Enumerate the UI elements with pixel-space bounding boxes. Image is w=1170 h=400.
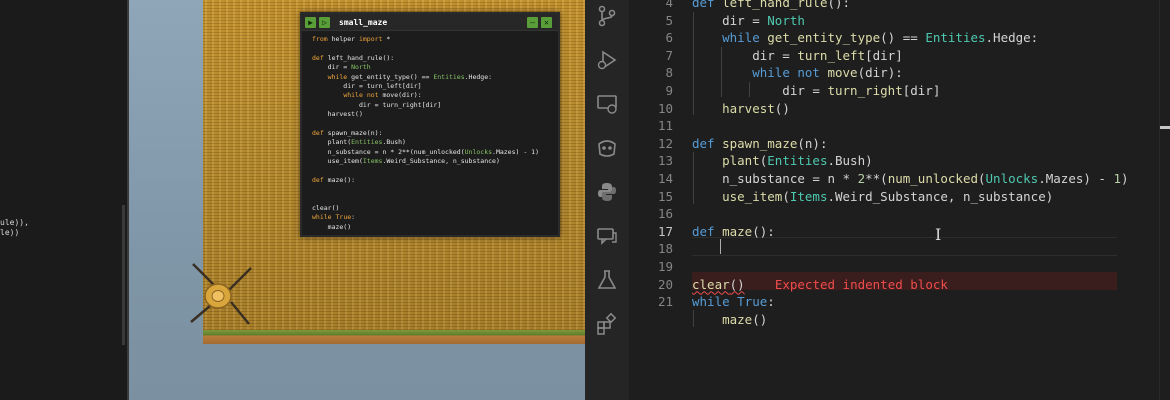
drone-icon <box>190 263 252 325</box>
step-button[interactable]: ▷ <box>319 16 330 28</box>
line-number: 6 <box>665 30 673 46</box>
code-line: harvest() <box>692 100 790 116</box>
minimize-icon: — <box>530 17 535 27</box>
line-number: 21 <box>657 294 673 310</box>
code-editor: 4 5 6 7 8 9 10 11 12 13 14 15 16 17 18 1… <box>585 0 1170 400</box>
code-line: while not move(dir): <box>752 65 903 81</box>
mini-code-line: n_substance = n * 2**(num_unlocked(Unloc… <box>312 147 539 156</box>
step-icon: ▷ <box>322 17 327 27</box>
line-number: 5 <box>665 12 673 28</box>
extensions-icon[interactable] <box>595 312 619 336</box>
godot-icon[interactable] <box>595 136 619 160</box>
field-edge <box>203 330 585 344</box>
mini-code-line <box>312 44 558 53</box>
mini-code-line: def spawn_maze(n): <box>312 128 383 137</box>
line-number-gutter: 4 5 6 7 8 9 10 11 12 13 14 15 16 17 18 1… <box>629 0 689 400</box>
mini-code-line: use_item(Items.Weird_Substance, n_substa… <box>312 157 500 166</box>
line-number: 15 <box>657 188 673 204</box>
line-number: 20 <box>657 276 673 292</box>
run-debug-icon[interactable] <box>595 48 619 72</box>
mini-code-line: while get_entity_type() == Entities.Hedg… <box>327 72 493 81</box>
mini-code-line: while not move(dir): <box>343 91 422 100</box>
editor-scrollbar[interactable] <box>1159 0 1170 400</box>
mini-code-line: dir = North <box>312 63 371 72</box>
testing-flask-icon[interactable] <box>595 268 619 292</box>
mini-code-line <box>312 185 558 194</box>
activity-bar <box>585 0 629 400</box>
line-number: 13 <box>657 153 673 169</box>
code-area[interactable]: def left_hand_rule(): dir = North while … <box>692 0 1129 400</box>
line-number: 17 <box>657 223 673 239</box>
ibeam-cursor-icon: I <box>935 225 942 244</box>
game-view: ▶ ▷ small_maze — ✕ from helper import * … <box>129 0 585 400</box>
code-line: dir = North <box>692 12 805 28</box>
small-maze-window[interactable]: ▶ ▷ small_maze — ✕ from helper import * … <box>300 12 560 237</box>
error-message: Expected indented block <box>774 276 948 292</box>
code-line: def spawn_maze(n): <box>692 135 828 151</box>
mini-code-line: def left_hand_rule(): <box>312 53 395 62</box>
remote-explorer-icon[interactable] <box>595 92 619 116</box>
output-line: ule)), <box>0 218 29 227</box>
mini-code-line: dir = turn_right[dir] <box>312 100 442 109</box>
scroll-position-marker[interactable] <box>1160 126 1170 129</box>
code-line: plant(Entities.Bush) <box>692 153 873 169</box>
source-control-icon[interactable] <box>595 4 619 28</box>
code-line: n_substance = n * 2**(num_unlocked(Unloc… <box>692 171 1129 186</box>
code-line: def maze(): <box>692 223 775 239</box>
close-icon: ✕ <box>544 17 549 27</box>
line-number: 9 <box>665 83 673 98</box>
mini-code-line: dir = turn_left[dir] <box>312 81 422 90</box>
minimize-button[interactable]: — <box>527 16 538 28</box>
mini-code-line <box>312 120 558 129</box>
line-number: 8 <box>665 65 673 81</box>
mini-code-line <box>312 195 558 204</box>
mini-code-area[interactable]: from helper import * def left_hand_rule(… <box>302 31 558 232</box>
line-number: 14 <box>657 171 673 186</box>
chat-icon[interactable] <box>595 224 619 248</box>
text-caret <box>720 239 721 254</box>
output-panel: ule)), le)) <box>0 0 129 400</box>
line-number: 7 <box>665 47 673 63</box>
code-line: while True: <box>692 294 775 310</box>
code-line: while get_entity_type() == Entities.Hedg… <box>692 30 1039 46</box>
mini-window-header[interactable]: ▶ ▷ small_maze — ✕ <box>302 14 558 31</box>
mini-code-line: from helper import * <box>312 35 391 43</box>
code-line: def left_hand_rule(): <box>692 0 851 10</box>
code-line: dir = turn_right[dir] <box>692 83 941 98</box>
mini-code-line: maze() <box>312 222 352 231</box>
line-number: 4 <box>665 0 673 10</box>
line-number: 19 <box>657 259 673 274</box>
close-button[interactable]: ✕ <box>541 16 552 28</box>
line-number: 18 <box>657 241 673 257</box>
code-line: clear() Expected indented block <box>692 276 948 292</box>
mini-code-line: while True: <box>312 213 356 222</box>
mini-code-line: def maze(): <box>312 175 356 184</box>
code-line: maze() <box>692 311 768 327</box>
line-number: 11 <box>657 118 673 134</box>
line-number: 16 <box>657 206 673 222</box>
mini-window-title: small_maze <box>339 17 388 27</box>
run-button[interactable]: ▶ <box>305 16 316 28</box>
mini-code-line: plant(Entities.Bush) <box>312 138 406 147</box>
code-line: use_item(Items.Weird_Substance, n_substa… <box>692 188 1054 204</box>
mini-code-line: harvest() <box>312 110 363 119</box>
code-line: dir = turn_left[dir] <box>692 47 903 63</box>
output-line: le)) <box>0 228 20 237</box>
mini-code-line: clear() <box>312 204 340 213</box>
line-number: 12 <box>657 135 673 151</box>
output-scrollbar[interactable] <box>122 205 125 345</box>
line-number: 10 <box>657 100 673 116</box>
python-icon[interactable] <box>595 180 619 204</box>
mini-code-line <box>312 166 558 175</box>
play-icon: ▶ <box>308 17 313 27</box>
